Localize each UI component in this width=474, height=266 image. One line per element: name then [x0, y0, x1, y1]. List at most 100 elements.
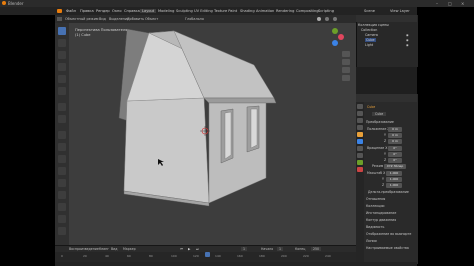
panel-custom-properties[interactable]: Настраиваемые свойства — [366, 246, 409, 250]
jump-end-icon[interactable]: ⏭ — [196, 247, 199, 251]
workspace-tab-uv-editing[interactable]: UV Editing — [194, 9, 213, 13]
menu-add[interactable]: Добавить — [127, 17, 144, 21]
blender-menu-icon[interactable] — [57, 9, 62, 13]
visibility-eye-icon[interactable]: ◉ — [406, 43, 409, 47]
current-frame-field[interactable]: 1 — [241, 247, 248, 251]
rotation-z-field[interactable]: 0° — [388, 158, 402, 163]
panel-line-art[interactable]: Линии — [366, 239, 377, 243]
panel-viewport-display[interactable]: Отображение во вьюпорте — [366, 232, 411, 236]
menu-edit[interactable]: Правка — [80, 9, 94, 13]
menu-timeline-view[interactable]: Вид — [111, 247, 117, 251]
panel-relations[interactable]: Отношения — [366, 197, 385, 201]
particles-tab-icon[interactable] — [357, 146, 363, 151]
panel-motion-paths[interactable]: Контур движения — [366, 218, 396, 222]
outliner-row-collection[interactable]: Collection — [361, 28, 377, 32]
render-tab-icon[interactable] — [357, 111, 363, 116]
minimize-icon[interactable]: – — [436, 1, 438, 6]
workspace-tab-rendering[interactable]: Rendering — [276, 9, 294, 13]
material-tab-icon[interactable] — [357, 167, 363, 172]
rotation-mode-select[interactable]: XYZ Эйлер — [384, 164, 406, 169]
rotation-x-field[interactable]: 0° — [388, 146, 402, 151]
shading-material-icon[interactable] — [325, 17, 329, 21]
workspace-tab-scripting[interactable]: Scripting — [318, 9, 334, 13]
menu-view[interactable]: Вид — [99, 17, 106, 21]
inset-tool-icon[interactable] — [58, 143, 66, 151]
play-icon[interactable]: ▶ — [188, 247, 190, 251]
workspace-tab-layout[interactable]: Layout — [140, 9, 157, 13]
modifier-tab-icon[interactable] — [357, 139, 363, 144]
workspace-tab-compositing[interactable]: Compositing — [296, 9, 319, 13]
transform-panel-header[interactable]: Преобразование — [366, 120, 394, 124]
outliner-row-cube[interactable]: Cube — [365, 38, 376, 42]
shading-solid-icon[interactable] — [317, 17, 321, 21]
menu-playback[interactable]: Воспроизведение — [69, 247, 99, 251]
select-box-tool-icon[interactable] — [58, 27, 66, 35]
mode-selector[interactable]: Объектный режим — [65, 17, 99, 21]
location-z-field[interactable]: 0 m — [388, 139, 402, 144]
cursor-tool-icon[interactable] — [58, 39, 66, 47]
menu-keying[interactable]: Кеинг — [99, 247, 109, 251]
menu-window[interactable]: Окно — [112, 9, 122, 13]
visibility-eye-icon[interactable]: ◉ — [406, 38, 409, 42]
menu-marker[interactable]: Маркер — [123, 247, 136, 251]
scale-z-field[interactable]: 1.000 — [386, 183, 402, 188]
house-model[interactable] — [69, 23, 356, 245]
tool-tab-icon[interactable] — [357, 104, 363, 109]
measure-tool-icon[interactable] — [58, 115, 66, 123]
loopcut-tool-icon[interactable] — [58, 167, 66, 175]
knife-tool-icon[interactable] — [58, 179, 66, 187]
physics-tab-icon[interactable] — [357, 153, 363, 158]
outliner-row-scene-collection[interactable]: Коллекция сцены — [358, 23, 389, 27]
outliner-row-light[interactable]: Light — [365, 43, 373, 47]
object-name-field[interactable]: Cube — [367, 105, 375, 109]
output-tab-icon[interactable] — [357, 118, 363, 123]
workspace-tab-modeling[interactable]: Modeling — [158, 9, 174, 13]
shading-rendered-icon[interactable] — [333, 17, 337, 21]
spin-tool-icon[interactable] — [58, 203, 66, 211]
editor-type-icon[interactable] — [57, 17, 62, 21]
workspace-tab-sculpting[interactable]: Sculpting — [176, 9, 193, 13]
menu-object[interactable]: Объект — [145, 17, 158, 21]
shear-tool-icon[interactable] — [58, 227, 66, 235]
close-icon[interactable]: × — [461, 1, 464, 6]
workspace-tab-animation[interactable]: Animation — [256, 9, 274, 13]
smooth-tool-icon[interactable] — [58, 215, 66, 223]
3d-viewport[interactable] — [69, 23, 356, 245]
transform-orientation[interactable]: Глобально — [185, 17, 204, 21]
scale-tool-icon[interactable] — [58, 75, 66, 83]
panel-delta-transform[interactable]: Дельта-преобразование — [368, 190, 409, 194]
annotate-tool-icon[interactable] — [58, 103, 66, 111]
scene-selector[interactable]: Scene — [364, 9, 375, 13]
polybuild-tool-icon[interactable] — [58, 191, 66, 199]
menu-render[interactable]: Рендер — [96, 9, 110, 13]
outliner-row-camera[interactable]: Camera — [365, 33, 378, 37]
object-datablock[interactable]: Cube — [372, 112, 387, 116]
rotate-tool-icon[interactable] — [58, 63, 66, 71]
menu-help[interactable]: Справка — [124, 9, 140, 13]
panel-collections[interactable]: Коллекции — [366, 204, 385, 208]
bevel-tool-icon[interactable] — [58, 155, 66, 163]
start-frame-field[interactable]: 1 — [277, 247, 284, 251]
viewlayer-selector[interactable]: View Layer — [390, 9, 410, 13]
playhead[interactable] — [205, 252, 210, 257]
move-tool-icon[interactable] — [58, 51, 66, 59]
location-x-field[interactable]: 0 m — [388, 127, 402, 132]
panel-instancing[interactable]: Инстанцирование — [366, 211, 396, 215]
scale-x-field[interactable]: 1.000 — [386, 171, 402, 176]
maximize-icon[interactable]: □ — [448, 1, 452, 6]
extrude-tool-icon[interactable] — [58, 131, 66, 139]
jump-start-icon[interactable]: ⏮ — [180, 247, 183, 251]
workspace-tab-texture-paint[interactable]: Texture Paint — [214, 9, 237, 13]
timeline[interactable]: 0 20 40 60 80 100 120 140 160 180 200 22… — [55, 252, 356, 262]
transform-tool-icon[interactable] — [58, 87, 66, 95]
scale-y-field[interactable]: 1.000 — [386, 177, 402, 182]
rotation-y-field[interactable]: 0° — [388, 152, 402, 157]
data-tab-icon[interactable] — [357, 160, 363, 165]
scene-tab-icon[interactable] — [357, 125, 363, 130]
location-y-field[interactable]: 0 m — [388, 133, 402, 138]
end-frame-field[interactable]: 250 — [311, 247, 322, 251]
visibility-eye-icon[interactable]: ◉ — [406, 33, 409, 37]
panel-visibility[interactable]: Видимость — [366, 225, 384, 229]
menu-file[interactable]: Файл — [66, 9, 76, 13]
object-tab-icon[interactable] — [357, 132, 363, 137]
